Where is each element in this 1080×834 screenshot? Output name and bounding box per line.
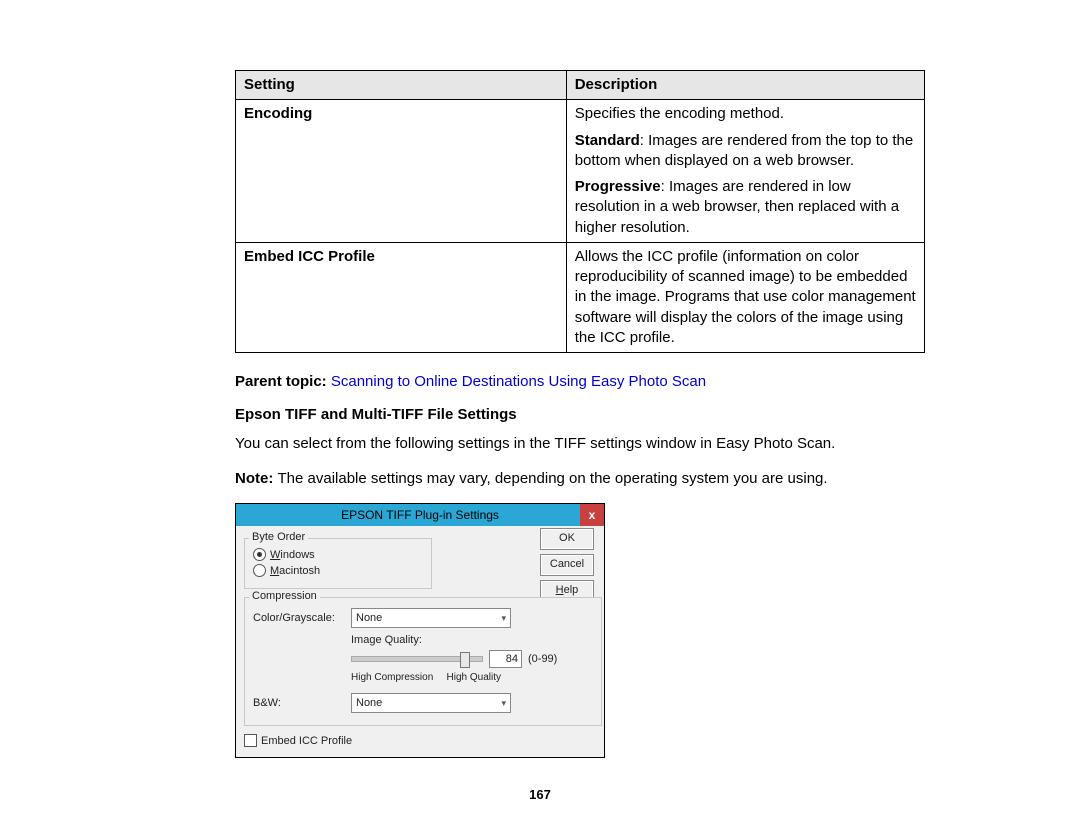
section-heading: Epson TIFF and Multi-TIFF File Settings	[235, 406, 925, 423]
dialog-title: EPSON TIFF Plug-in Settings	[341, 508, 499, 522]
desc-line: Allows the ICC profile (information on c…	[566, 242, 924, 352]
byte-order-group: Byte Order Windows Macintosh	[244, 538, 432, 589]
parent-topic-label: Parent topic:	[235, 373, 331, 390]
desc-line: Progressive: Images are rendered in low …	[575, 177, 916, 238]
compression-group: Compression Color/Grayscale: None ▾ Imag…	[244, 597, 602, 726]
setting-name: Embed ICC Profile	[244, 248, 375, 265]
radio-icon	[253, 548, 266, 561]
radio-icon	[253, 564, 266, 577]
radio-windows[interactable]: Windows	[253, 548, 423, 561]
checkbox-icon	[244, 734, 257, 747]
intro-paragraph: You can select from the following settin…	[235, 433, 925, 454]
cancel-button[interactable]: Cancel	[540, 554, 594, 576]
bw-combo[interactable]: None ▾	[351, 693, 511, 713]
quality-low-label: High Compression	[351, 672, 433, 683]
radio-macintosh[interactable]: Macintosh	[253, 564, 423, 577]
chevron-down-icon: ▾	[501, 698, 506, 709]
note-paragraph: Note: The available settings may vary, d…	[235, 468, 925, 489]
image-quality-label: Image Quality:	[351, 634, 593, 646]
parent-topic-link[interactable]: Scanning to Online Destinations Using Ea…	[331, 373, 706, 390]
th-setting: Setting	[236, 71, 567, 100]
setting-name: Encoding	[244, 105, 312, 122]
image-quality-slider[interactable]	[351, 656, 483, 662]
color-grayscale-label: Color/Grayscale:	[253, 612, 345, 624]
quality-high-label: High Quality	[447, 672, 501, 683]
desc-line: Specifies the encoding method.	[575, 104, 916, 124]
bw-label: B&W:	[253, 697, 345, 709]
table-row: Embed ICC Profile Allows the ICC profile…	[236, 242, 925, 352]
slider-thumb[interactable]	[460, 652, 470, 668]
image-quality-range: (0-99)	[528, 653, 557, 665]
byte-order-legend: Byte Order	[249, 531, 308, 543]
ok-button[interactable]: OK	[540, 528, 594, 550]
chevron-down-icon: ▾	[501, 613, 506, 624]
close-button[interactable]: x	[580, 504, 604, 526]
dialog-titlebar: EPSON TIFF Plug-in Settings x	[236, 504, 604, 526]
image-quality-value[interactable]: 84	[489, 650, 522, 668]
embed-icc-checkbox[interactable]: Embed ICC Profile	[244, 734, 596, 747]
th-description: Description	[566, 71, 924, 100]
color-grayscale-combo[interactable]: None ▾	[351, 608, 511, 628]
compression-legend: Compression	[249, 590, 320, 602]
tiff-plugin-dialog: EPSON TIFF Plug-in Settings x OK Cancel …	[235, 503, 605, 758]
desc-line: Standard: Images are rendered from the t…	[575, 131, 916, 172]
settings-table: Setting Description Encoding Specifies t…	[235, 70, 925, 353]
page-number: 167	[0, 787, 1080, 802]
table-row: Encoding Specifies the encoding method. …	[236, 100, 925, 243]
parent-topic-line: Parent topic: Scanning to Online Destina…	[235, 371, 925, 392]
